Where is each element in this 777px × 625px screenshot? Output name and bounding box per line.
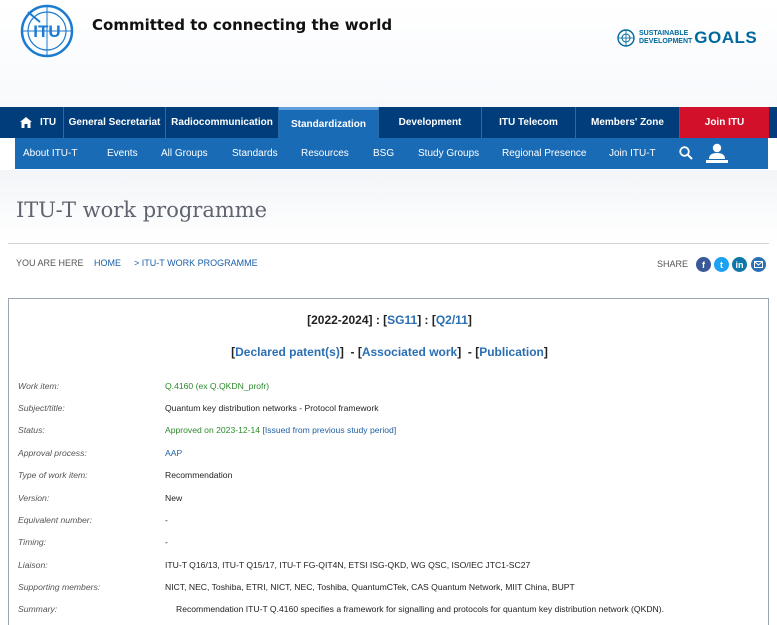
breadcrumb-prefix: YOU ARE HERE	[16, 258, 84, 268]
value-subject: Quantum key distribution networks - Prot…	[165, 403, 379, 413]
tagline: Committed to connecting the world	[92, 16, 393, 34]
subnav-regional-presence[interactable]: Regional Presence	[502, 148, 587, 159]
label-subject: Subject/title:	[18, 403, 65, 413]
issued-previous-link[interactable]: [Issued from previous study period]	[262, 425, 396, 435]
subnav-about[interactable]: About ITU-T	[23, 148, 77, 159]
value-work-item: Q.4160 (ex Q.QKDN_profr)	[165, 381, 270, 391]
nav-development[interactable]: Development	[379, 107, 482, 138]
value-summary: Recommendation ITU-T Q.4160 specifies a …	[176, 604, 664, 614]
period: 2022-2024	[311, 313, 369, 327]
subnav-events[interactable]: Events	[107, 148, 138, 159]
page-title: ITU-T work programme	[16, 198, 268, 222]
nav-itu-label: ITU	[40, 117, 57, 128]
question-link[interactable]: Q2/11	[436, 313, 468, 327]
value-version: New	[165, 493, 183, 503]
subnav-standards[interactable]: Standards	[232, 148, 278, 159]
subnav-all-groups[interactable]: All Groups	[161, 148, 208, 159]
share-label: SHARE	[657, 259, 689, 269]
associated-work-link[interactable]: Associated work	[362, 345, 457, 359]
envelope-glyph	[754, 261, 763, 268]
subnav-resources[interactable]: Resources	[301, 148, 349, 159]
sub-nav: About ITU-T Events All Groups Standards …	[15, 138, 768, 169]
nav-members-zone[interactable]: Members' Zone	[576, 107, 680, 138]
divider	[8, 243, 769, 244]
value-timing: -	[165, 537, 168, 547]
site-header: ITU Committed to connecting the world SU…	[0, 0, 777, 107]
un-emblem-icon	[617, 29, 635, 47]
nav-standardization[interactable]: Standardization	[279, 107, 379, 138]
sg-link[interactable]: SG11	[387, 313, 417, 327]
search-icon[interactable]	[679, 146, 693, 160]
user-login-icon[interactable]	[705, 142, 729, 164]
value-equivalent: -	[165, 515, 168, 525]
publication-link[interactable]: Publication	[479, 345, 544, 359]
work-item-panel: [2022-2024] : [SG11] : [Q2/11] [Declared…	[8, 298, 769, 625]
label-work-item: Work item:	[18, 381, 60, 391]
breadcrumb-home[interactable]: HOME	[94, 258, 121, 268]
nav-itu-home[interactable]: ITU	[0, 107, 64, 138]
value-liaison: ITU-T Q16/13, ITU-T Q15/17, ITU-T FG-QIT…	[165, 560, 531, 570]
label-supporting: Supporting members:	[18, 582, 101, 592]
email-icon[interactable]	[751, 257, 766, 272]
sdg-line1: SUSTAINABLE	[639, 30, 689, 37]
twitter-icon[interactable]: t	[714, 257, 729, 272]
status-approved: Approved on 2023-12-14	[165, 425, 261, 435]
sdg-goals: GOALS	[694, 28, 758, 47]
value-approval-aap[interactable]: AAP	[165, 448, 182, 458]
subnav-join-itu-t[interactable]: Join ITU-T	[609, 148, 656, 159]
label-timing: Timing:	[18, 537, 47, 547]
related-links: [Declared patent(s)] - [Associated work]…	[231, 345, 548, 359]
breadcrumb-current[interactable]: > ITU-T WORK PROGRAMME	[134, 258, 258, 268]
sdg-line2: DEVELOPMENT	[639, 38, 693, 45]
facebook-icon[interactable]: f	[696, 257, 711, 272]
label-status: Status:	[18, 425, 45, 435]
home-icon	[20, 117, 32, 128]
subnav-bsg[interactable]: BSG	[373, 148, 394, 159]
nav-radiocommunication[interactable]: Radiocommunication	[166, 107, 279, 138]
period-heading: [2022-2024] : [SG11] : [Q2/11]	[307, 313, 472, 327]
label-version: Version:	[18, 493, 50, 503]
main-nav: ITU General Secretariat Radiocommunicati…	[0, 107, 777, 138]
sdg-logo[interactable]: SUSTAINABLE DEVELOPMENT GOALS	[616, 28, 757, 48]
nav-join-itu[interactable]: Join ITU	[680, 107, 769, 138]
value-type: Recommendation	[165, 470, 233, 480]
nav-itu-telecom[interactable]: ITU Telecom	[482, 107, 576, 138]
value-status: Approved on 2023-12-14 [Issued from prev…	[165, 425, 396, 435]
value-supporting: NICT, NEC, Toshiba, ETRI, NICT, NEC, Tos…	[165, 582, 575, 592]
linkedin-icon[interactable]: in	[732, 257, 747, 272]
label-approval: Approval process:	[18, 448, 87, 458]
label-liaison: Liaison:	[18, 560, 48, 570]
subnav-study-groups[interactable]: Study Groups	[418, 148, 479, 159]
declared-patents-link[interactable]: Declared patent(s)	[235, 345, 340, 359]
label-summary: Summary:	[18, 604, 58, 614]
nav-general-secretariat[interactable]: General Secretariat	[64, 107, 166, 138]
svg-text:ITU: ITU	[33, 22, 60, 41]
label-equivalent: Equivalent number:	[18, 515, 93, 525]
itu-logo[interactable]: ITU	[20, 4, 74, 58]
label-type: Type of work item:	[18, 470, 88, 480]
